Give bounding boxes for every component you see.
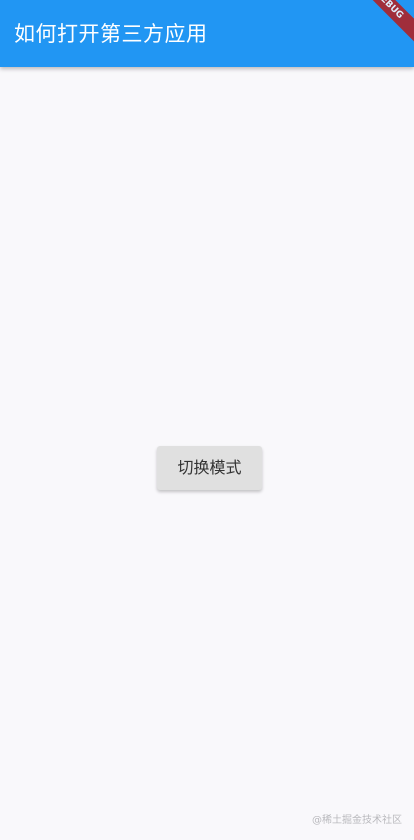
app-bar-title: 如何打开第三方应用: [14, 22, 208, 46]
toggle-mode-button[interactable]: 切换模式: [157, 446, 262, 490]
watermark: @稀土掘金技术社区: [312, 815, 402, 826]
app-bar: 如何打开第三方应用 DEBUG: [0, 0, 414, 67]
debug-banner: DEBUG: [344, 0, 414, 50]
